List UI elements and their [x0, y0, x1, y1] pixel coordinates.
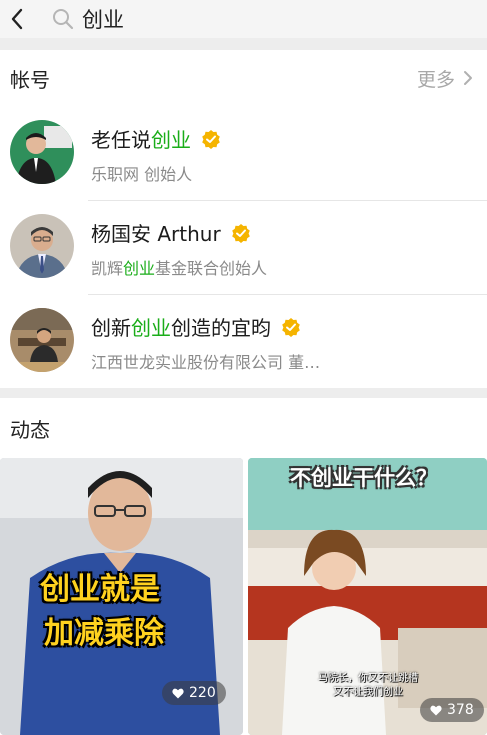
more-label: 更多 — [416, 68, 455, 91]
account-description: 乐职网 创始人 — [91, 165, 193, 184]
video-subtitle: 马院长，你又不让跳槽 — [318, 673, 418, 684]
account-name: 创新 创业 创造的宜昀 — [91, 312, 301, 341]
back-button[interactable] — [0, 0, 34, 38]
feed-header: 动态 — [0, 398, 487, 458]
account-description: 江西世龙实业股份有限公司 董… — [91, 353, 321, 372]
top-bar: 创业 — [0, 0, 487, 38]
chevron-right-icon — [464, 71, 472, 85]
account-row[interactable]: 创新 创业 创造的宜昀 江西世龙实业股份有限公司 董… — [0, 294, 487, 388]
like-count: 378 — [420, 698, 484, 722]
video-subtitle: 又不让我们创业 — [333, 687, 403, 698]
verified-badge-icon — [231, 223, 251, 243]
account-row[interactable]: 老任说 创业 乐职网 创始人 — [0, 106, 487, 200]
heart-icon — [430, 705, 442, 715]
video-caption: 加减乘除 — [44, 616, 164, 651]
feed-title: 动态 — [10, 417, 50, 442]
account-description: 凯辉创业基金联合创始人 — [91, 259, 268, 278]
chevron-left-icon — [11, 8, 23, 30]
video-banner: 不创业干什么？ — [290, 466, 437, 490]
accounts-title: 帐号 — [10, 67, 50, 92]
feed-section: 动态 创业就是 加减乘除 220 378 不创业干什么？ 马院长，你又不让跳槽 … — [0, 398, 487, 735]
search-query[interactable]: 创业 — [82, 4, 124, 34]
accounts-header: 帐号 更多 — [0, 50, 487, 106]
account-row[interactable]: 杨国安 Arthur 凯辉创业基金联合创始人 — [0, 200, 487, 294]
avatar — [10, 214, 74, 278]
video-caption: 创业就是 — [40, 572, 160, 607]
search-icon — [53, 9, 74, 30]
like-count: 220 — [162, 681, 226, 705]
verified-badge-icon — [281, 317, 301, 337]
accounts-section: 帐号 更多 老任说 创业 乐职网 创始人 杨国安 Arthur 凯辉创业基金联合… — [0, 50, 487, 388]
heart-icon — [172, 688, 184, 698]
verified-badge-icon — [201, 129, 221, 149]
feed-card[interactable]: 创业就是 加减乘除 220 — [0, 458, 243, 735]
more-button[interactable]: 更多 — [417, 65, 473, 92]
avatar — [10, 120, 74, 184]
feed-cards: 创业就是 加减乘除 220 378 不创业干什么？ 马院长，你又不让跳槽 又不让… — [0, 458, 487, 735]
account-name: 杨国安 Arthur — [91, 218, 251, 247]
account-name: 老任说 创业 — [91, 124, 221, 153]
search-input[interactable]: 创业 — [34, 0, 487, 38]
avatar — [10, 308, 74, 372]
